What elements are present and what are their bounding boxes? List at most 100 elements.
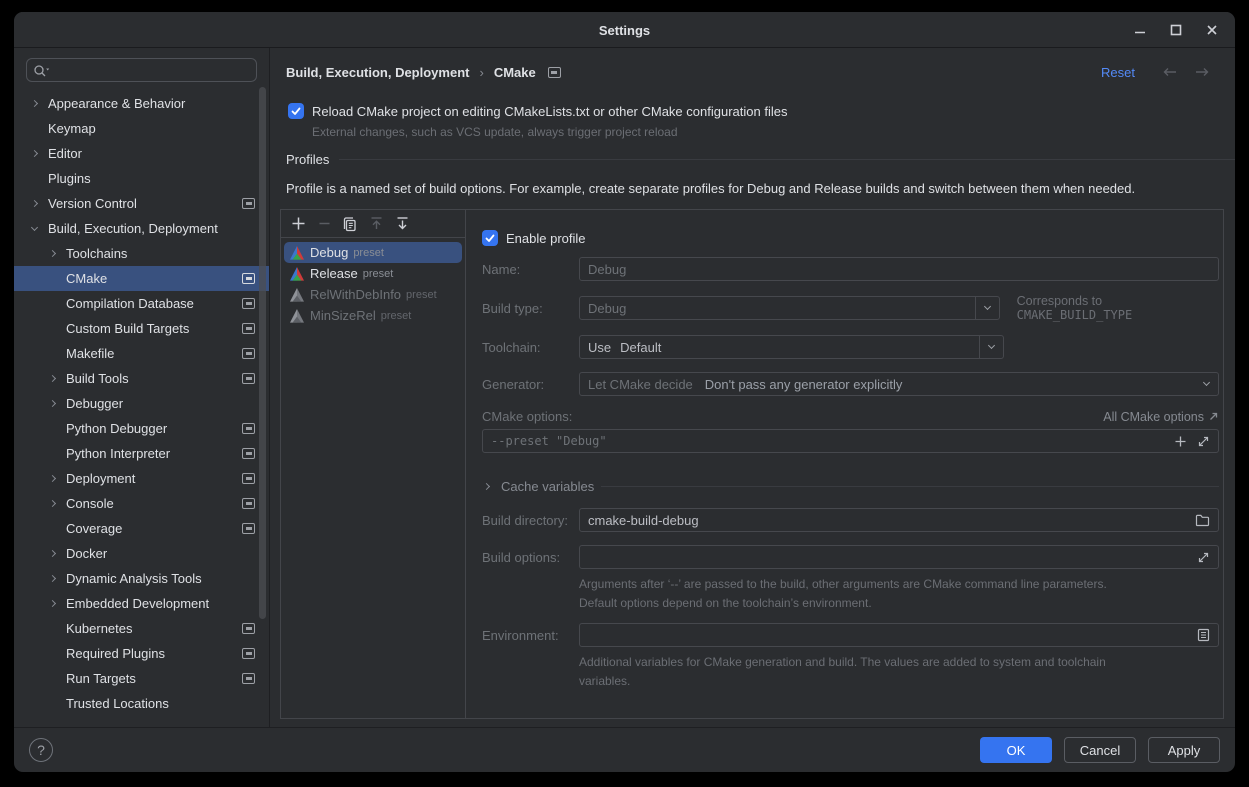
apply-button[interactable]: Apply bbox=[1148, 737, 1220, 763]
sidebar-item-editor[interactable]: Editor bbox=[14, 141, 269, 166]
project-settings-icon bbox=[242, 673, 255, 684]
reload-cmake-label: Reload CMake project on editing CMakeLis… bbox=[312, 104, 787, 119]
spacer bbox=[48, 347, 66, 361]
settings-tree: Appearance & Behavior Keymap Editor Plug… bbox=[14, 91, 269, 716]
profile-name: MinSizeRel bbox=[310, 308, 376, 323]
sidebar-item-docker[interactable]: Docker bbox=[14, 541, 269, 566]
generator-select[interactable]: Let CMake decide Don't pass any generato… bbox=[579, 372, 1219, 396]
build-options-helper-line2: Default options depend on the toolchain’… bbox=[579, 594, 1219, 613]
cmake-options-value: --preset "Debug" bbox=[491, 434, 607, 448]
search-icon bbox=[33, 63, 51, 78]
add-profile-button[interactable] bbox=[290, 216, 306, 232]
all-cmake-options-text: All CMake options bbox=[1103, 410, 1204, 424]
sidebar-item-label: Appearance & Behavior bbox=[48, 96, 185, 111]
sidebar-item-keymap[interactable]: Keymap bbox=[14, 116, 269, 141]
build-options-field[interactable] bbox=[579, 545, 1219, 569]
reload-cmake-checkbox[interactable] bbox=[288, 103, 304, 119]
sidebar-item-label: Build Tools bbox=[66, 371, 129, 386]
sidebar-item-python-debugger[interactable]: Python Debugger bbox=[14, 416, 269, 441]
reset-link[interactable]: Reset bbox=[1101, 65, 1135, 80]
sidebar-item-build-tools[interactable]: Build Tools bbox=[14, 366, 269, 391]
build-directory-value: cmake-build-debug bbox=[588, 513, 699, 528]
sidebar-item-toolchains[interactable]: Toolchains bbox=[14, 241, 269, 266]
profile-item-debug[interactable]: Debug preset bbox=[284, 242, 462, 263]
sidebar-item-cmake[interactable]: CMake bbox=[14, 266, 269, 291]
chevron-down-icon bbox=[975, 297, 999, 319]
remove-profile-button[interactable] bbox=[316, 216, 332, 232]
breadcrumb: Build, Execution, Deployment › CMake Res… bbox=[286, 62, 1211, 82]
help-button[interactable]: ? bbox=[29, 738, 53, 762]
sidebar-item-dynamic-analysis-tools[interactable]: Dynamic Analysis Tools bbox=[14, 566, 269, 591]
sidebar-item-custom-build-targets[interactable]: Custom Build Targets bbox=[14, 316, 269, 341]
sidebar-item-label: Build, Execution, Deployment bbox=[48, 221, 218, 236]
name-field[interactable]: Debug bbox=[579, 257, 1219, 281]
build-options-helper: Arguments after ‘--’ are passed to the b… bbox=[579, 575, 1219, 613]
generator-value: Let CMake decide bbox=[588, 377, 693, 392]
back-arrow-icon[interactable] bbox=[1161, 66, 1178, 78]
environment-helper: Additional variables for CMake generatio… bbox=[579, 653, 1124, 691]
breadcrumb-parent[interactable]: Build, Execution, Deployment bbox=[286, 65, 469, 80]
profiles-section-title: Profiles bbox=[286, 152, 329, 167]
profile-item-release[interactable]: Release preset bbox=[284, 263, 462, 284]
profile-name: Debug bbox=[310, 245, 348, 260]
cmake-options-field[interactable]: --preset "Debug" bbox=[482, 429, 1219, 453]
chevron-right-icon bbox=[30, 97, 48, 111]
breadcrumb-separator: › bbox=[479, 65, 483, 80]
cancel-button[interactable]: Cancel bbox=[1064, 737, 1136, 763]
profile-item-relwithdebinfo[interactable]: RelWithDebInfo preset bbox=[284, 284, 462, 305]
sidebar-item-console[interactable]: Console bbox=[14, 491, 269, 516]
variables-list-icon[interactable] bbox=[1197, 628, 1210, 642]
cache-variables-toggle[interactable]: Cache variables bbox=[482, 479, 1219, 494]
ok-button[interactable]: OK bbox=[980, 737, 1052, 763]
maximize-button[interactable] bbox=[1167, 21, 1185, 39]
sidebar-item-embedded-development[interactable]: Embedded Development bbox=[14, 591, 269, 616]
sidebar-item-python-interpreter[interactable]: Python Interpreter bbox=[14, 441, 269, 466]
sidebar-item-debugger[interactable]: Debugger bbox=[14, 391, 269, 416]
project-settings-icon bbox=[242, 323, 255, 334]
sidebar-item-required-plugins[interactable]: Required Plugins bbox=[14, 641, 269, 666]
project-settings-icon bbox=[242, 623, 255, 634]
profile-item-minsizerel[interactable]: MinSizeRel preset bbox=[284, 305, 462, 326]
build-directory-field[interactable]: cmake-build-debug bbox=[579, 508, 1219, 532]
sidebar-scrollbar[interactable] bbox=[259, 87, 266, 619]
expand-icon[interactable] bbox=[1197, 435, 1210, 448]
all-cmake-options-link[interactable]: All CMake options bbox=[1103, 410, 1219, 424]
chevron-right-icon bbox=[482, 480, 494, 494]
move-up-button[interactable] bbox=[368, 216, 384, 232]
sidebar-item-version-control[interactable]: Version Control bbox=[14, 191, 269, 216]
move-down-button[interactable] bbox=[394, 216, 410, 232]
minimize-button[interactable] bbox=[1131, 21, 1149, 39]
sidebar-item-deployment[interactable]: Deployment bbox=[14, 466, 269, 491]
sidebar-item-trusted-locations[interactable]: Trusted Locations bbox=[14, 691, 269, 716]
sidebar-item-compilation-database[interactable]: Compilation Database bbox=[14, 291, 269, 316]
expand-icon[interactable] bbox=[1197, 551, 1210, 564]
add-icon[interactable] bbox=[1174, 435, 1187, 448]
enable-profile-checkbox[interactable] bbox=[482, 230, 498, 246]
sidebar-item-label: Trusted Locations bbox=[66, 696, 169, 711]
sidebar-item-appearance-behavior[interactable]: Appearance & Behavior bbox=[14, 91, 269, 116]
spacer bbox=[48, 422, 66, 436]
forward-arrow-icon[interactable] bbox=[1194, 66, 1211, 78]
spacer bbox=[48, 647, 66, 661]
folder-icon[interactable] bbox=[1195, 513, 1210, 527]
environment-field[interactable] bbox=[579, 623, 1219, 647]
sidebar-item-kubernetes[interactable]: Kubernetes bbox=[14, 616, 269, 641]
sidebar-item-build-execution-deployment[interactable]: Build, Execution, Deployment bbox=[14, 216, 269, 241]
build-type-select[interactable]: Debug bbox=[579, 296, 1000, 320]
build-type-value: Debug bbox=[588, 301, 626, 316]
close-button[interactable] bbox=[1203, 21, 1221, 39]
sidebar-item-run-targets[interactable]: Run Targets bbox=[14, 666, 269, 691]
sidebar-item-makefile[interactable]: Makefile bbox=[14, 341, 269, 366]
sidebar-item-plugins[interactable]: Plugins bbox=[14, 166, 269, 191]
sidebar-item-label: Required Plugins bbox=[66, 646, 165, 661]
corresponds-hint: Corresponds to CMAKE_BUILD_TYPE bbox=[1017, 294, 1219, 322]
search-box[interactable] bbox=[26, 58, 257, 82]
search-input[interactable] bbox=[51, 63, 250, 78]
spacer bbox=[48, 297, 66, 311]
sidebar-item-coverage[interactable]: Coverage bbox=[14, 516, 269, 541]
copy-profile-button[interactable] bbox=[342, 216, 358, 232]
profiles-description: Profile is a named set of build options.… bbox=[286, 181, 1235, 196]
toolchain-select[interactable]: Use Default bbox=[579, 335, 1004, 359]
sidebar-item-label: Plugins bbox=[48, 171, 91, 186]
chevron-right-icon bbox=[48, 472, 66, 486]
